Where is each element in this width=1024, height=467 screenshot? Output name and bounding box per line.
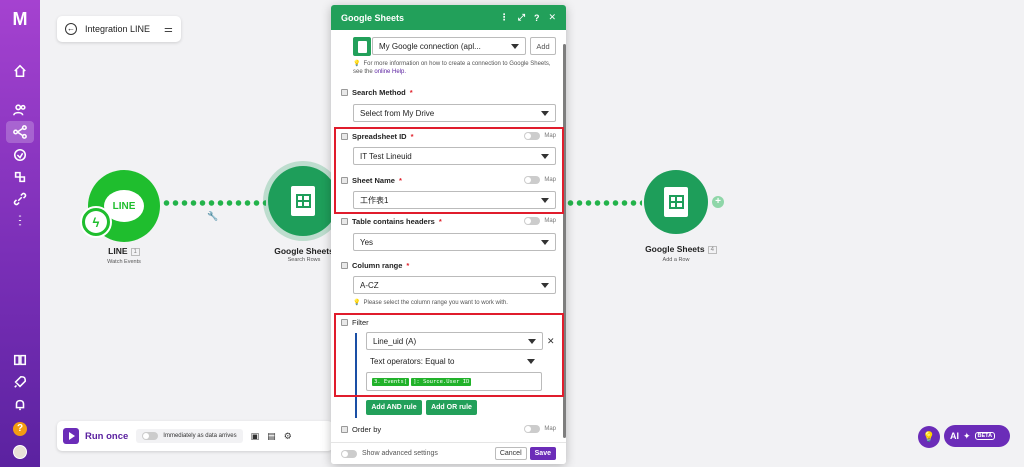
sheets-add-row-module[interactable] bbox=[644, 170, 708, 234]
sheets-add-row-number: 4 bbox=[707, 245, 717, 254]
field-collapse-icon[interactable] bbox=[341, 89, 348, 96]
apps-icon[interactable] bbox=[8, 166, 32, 188]
back-arrow-icon[interactable]: ← bbox=[65, 23, 77, 35]
add-connection-button[interactable]: Add bbox=[530, 37, 556, 55]
table-headers-value: Yes bbox=[360, 237, 374, 247]
save-disk-icon[interactable]: ▣ bbox=[251, 431, 260, 442]
sheets-icon bbox=[664, 187, 688, 217]
online-help-link[interactable]: online Help. bbox=[374, 69, 406, 75]
field-collapse-icon[interactable] bbox=[341, 262, 348, 269]
immediately-label: Immediately as data arrives bbox=[163, 433, 237, 439]
avatar[interactable] bbox=[13, 445, 27, 459]
instant-trigger-icon: ϟ bbox=[80, 206, 112, 238]
beta-badge: BETA bbox=[974, 432, 996, 440]
hint-bulb-icon: 💡 bbox=[353, 61, 361, 67]
column-range-field: Column range * bbox=[341, 261, 556, 270]
team-icon[interactable] bbox=[8, 99, 32, 121]
search-method-select[interactable]: Select from My Drive bbox=[353, 104, 556, 122]
sheets-add-row-sub: Add a Row bbox=[662, 257, 690, 263]
expand-icon[interactable]: ⤢ bbox=[518, 12, 525, 23]
sheets-search-sub: Search Rows bbox=[287, 257, 321, 263]
docs-icon[interactable] bbox=[8, 349, 32, 371]
search-method-field: Search Method * bbox=[341, 88, 556, 97]
sheets-add-row-label: Google Sheets 4 bbox=[638, 244, 724, 254]
play-icon bbox=[63, 428, 79, 444]
kebab-menu-icon[interactable]: ⋮ bbox=[500, 12, 509, 23]
scenario-title[interactable]: Integration LINE bbox=[85, 24, 156, 34]
run-once-button[interactable]: Run once bbox=[63, 428, 128, 444]
line-module-label: LINE 1 bbox=[96, 246, 152, 256]
search-method-label: Search Method bbox=[352, 88, 406, 97]
column-range-hint-text: Please select the column range you want … bbox=[363, 300, 508, 306]
panel-header: Google Sheets ⋮ ⤢ ? ✕ bbox=[331, 5, 566, 30]
ai-label: AI bbox=[950, 431, 959, 441]
templates-icon[interactable] bbox=[8, 144, 32, 166]
toggle-switch-icon bbox=[341, 449, 357, 458]
help-icon[interactable]: ? bbox=[13, 422, 27, 436]
schedule-toggle[interactable]: Immediately as data arrives bbox=[136, 429, 243, 443]
lightbulb-icon[interactable]: 💡 bbox=[918, 426, 940, 448]
add-or-rule-button[interactable]: Add OR rule bbox=[426, 400, 477, 415]
sheets-search-module[interactable] bbox=[268, 166, 338, 236]
help-icon[interactable]: ? bbox=[534, 13, 540, 23]
panel-title: Google Sheets bbox=[341, 12, 405, 23]
gear-icon[interactable]: ⚙ bbox=[284, 431, 292, 442]
line-module-name: LINE bbox=[108, 246, 128, 256]
field-collapse-icon[interactable] bbox=[341, 426, 348, 433]
toggle-switch-icon bbox=[142, 432, 159, 440]
hint-bulb-icon: 💡 bbox=[353, 300, 361, 306]
order-by-label: Order by bbox=[352, 425, 382, 434]
column-range-value: A-CZ bbox=[360, 280, 379, 290]
home-icon[interactable] bbox=[8, 60, 32, 82]
rocket-icon[interactable] bbox=[8, 371, 32, 393]
bell-icon[interactable] bbox=[8, 394, 32, 416]
run-once-label: Run once bbox=[85, 430, 129, 442]
line-module-sub: Watch Events bbox=[107, 259, 141, 265]
column-range-select[interactable]: A-CZ bbox=[353, 276, 556, 294]
table-headers-select[interactable]: Yes bbox=[353, 233, 556, 251]
column-range-label: Column range bbox=[352, 261, 403, 270]
connection-hint: 💡 For more information on how to create a… bbox=[353, 60, 553, 76]
save-button[interactable]: Save bbox=[529, 447, 556, 460]
column-range-hint: 💡 Please select the column range you want… bbox=[353, 299, 553, 307]
more-icon[interactable] bbox=[8, 209, 32, 231]
cancel-button[interactable]: Cancel bbox=[494, 447, 527, 460]
sparkle-icon: ✦ bbox=[963, 430, 971, 441]
panel-footer: Show advanced settings Cancel Save bbox=[331, 442, 566, 464]
connection-select[interactable]: My Google connection (apl... bbox=[372, 37, 526, 55]
bottom-toolbar: Run once Immediately as data arrives ▣ ▤… bbox=[57, 421, 333, 451]
settings-sliders-icon[interactable]: ⚌ bbox=[164, 24, 173, 35]
add-module-plus-icon[interactable]: + bbox=[712, 196, 724, 208]
table-headers-label: Table contains headers bbox=[352, 217, 435, 226]
order-by-field: Order by Map bbox=[341, 425, 556, 434]
table-headers-map-toggle[interactable]: Map bbox=[524, 217, 556, 225]
table-icon[interactable]: ▤ bbox=[267, 431, 276, 442]
left-sidebar: M ? bbox=[0, 0, 40, 467]
field-collapse-icon[interactable] bbox=[341, 218, 348, 225]
sheets-add-row-name: Google Sheets bbox=[645, 244, 705, 254]
sheets-search-label: Google Sheets bbox=[274, 246, 334, 256]
highlight-box-spreadsheet bbox=[334, 127, 564, 214]
table-headers-field: Table contains headers * Map bbox=[341, 217, 556, 226]
scenarios-icon[interactable] bbox=[6, 121, 34, 143]
sheets-connection-icon bbox=[353, 37, 371, 56]
make-logo-icon[interactable]: M bbox=[9, 10, 31, 28]
advanced-settings-toggle[interactable]: Show advanced settings bbox=[341, 449, 495, 458]
line-module-number: 1 bbox=[130, 247, 140, 256]
connector-sheets-to-sheets[interactable] bbox=[566, 200, 642, 206]
add-and-rule-button[interactable]: Add AND rule bbox=[366, 400, 422, 415]
wrench-icon[interactable]: 🔧 bbox=[207, 211, 218, 222]
search-method-value: Select from My Drive bbox=[360, 108, 435, 118]
connection-value: My Google connection (apl... bbox=[379, 41, 481, 51]
advanced-settings-label: Show advanced settings bbox=[362, 450, 438, 457]
connector-line-to-sheets[interactable] bbox=[162, 200, 266, 206]
connections-icon[interactable] bbox=[8, 188, 32, 210]
sheets-icon bbox=[291, 186, 315, 216]
highlight-box-filter bbox=[334, 313, 564, 397]
close-icon[interactable]: ✕ bbox=[548, 12, 556, 23]
ai-assistant-button[interactable]: AI ✦ BETA bbox=[944, 425, 1010, 447]
order-by-map-toggle[interactable]: Map bbox=[524, 425, 556, 433]
scenario-title-bar: ← Integration LINE ⚌ bbox=[57, 16, 181, 42]
